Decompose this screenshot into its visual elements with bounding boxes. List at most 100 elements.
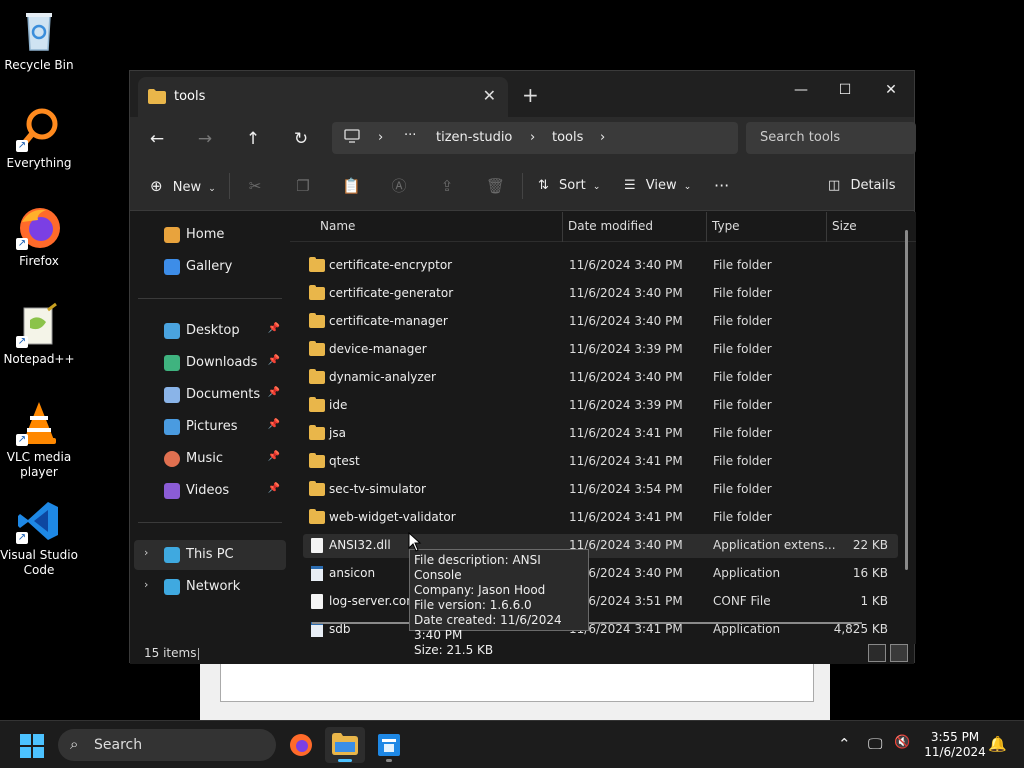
taskbar-firefox[interactable] bbox=[281, 727, 321, 763]
breadcrumb-overflow[interactable]: ··· bbox=[404, 128, 416, 143]
column-separator[interactable] bbox=[826, 212, 827, 242]
chevron-right-icon[interactable]: › bbox=[530, 130, 535, 145]
column-separator[interactable] bbox=[562, 212, 563, 242]
file-type: File folder bbox=[713, 258, 772, 272]
column-header-type[interactable]: Type bbox=[712, 219, 740, 233]
file-row[interactable]: certificate-encryptor 11/6/2024 3:40 PM Fi… bbox=[303, 254, 898, 278]
taskbar-app[interactable] bbox=[369, 727, 409, 763]
tab-tools[interactable]: tools ✕ bbox=[138, 77, 508, 117]
breadcrumb-tizen-studio[interactable]: tizen-studio bbox=[436, 130, 512, 145]
file-row[interactable]: web-widget-validator 11/6/2024 3:41 PM Fil… bbox=[303, 506, 898, 530]
file-row[interactable]: sec-tv-simulator 11/6/2024 3:54 PM File fo… bbox=[303, 478, 898, 502]
close-window-button[interactable]: ✕ bbox=[868, 75, 914, 105]
desktop-icon-vlc[interactable]: ↗ VLC media player bbox=[0, 400, 78, 480]
copy-icon[interactable]: ❐ bbox=[294, 177, 312, 195]
sidebar-item-home[interactable]: Home bbox=[134, 220, 286, 250]
pin-icon[interactable]: 📌 bbox=[268, 355, 280, 366]
file-row[interactable]: log-server.conf 11/6/2024 3:51 PM CONF Fil… bbox=[303, 590, 898, 614]
volume-muted-icon[interactable]: 🔇 bbox=[894, 735, 910, 750]
chevron-right-icon[interactable]: › bbox=[144, 546, 148, 559]
shortcut-arrow-icon: ↗ bbox=[16, 140, 28, 152]
close-tab-icon[interactable]: ✕ bbox=[483, 86, 496, 105]
file-row[interactable]: ansicon 11/6/2024 3:40 PM Application 16 KB bbox=[303, 562, 898, 586]
paste-icon[interactable]: 📋 bbox=[342, 177, 361, 195]
pin-icon[interactable]: 📌 bbox=[268, 483, 280, 494]
rename-icon[interactable]: Ⓐ bbox=[390, 177, 408, 195]
desktop-icon-notepadpp[interactable]: ↗ Notepad++ bbox=[0, 302, 78, 367]
chevron-up-icon[interactable]: ⌃ bbox=[838, 735, 851, 753]
sidebar-item-videos[interactable]: Videos 📌 bbox=[134, 476, 286, 506]
more-options-button[interactable]: ··· bbox=[714, 175, 729, 197]
application-icon bbox=[311, 566, 323, 581]
file-date-modified: 11/6/2024 3:40 PM bbox=[569, 314, 683, 328]
sort-button[interactable]: ⇅ Sort ⌄ bbox=[538, 175, 600, 197]
pin-icon[interactable]: 📌 bbox=[268, 387, 280, 398]
file-row[interactable]: ANSI32.dll 11/6/2024 3:40 PM Application e… bbox=[303, 534, 898, 558]
file-name: certificate-manager bbox=[329, 314, 448, 328]
desktop-icon-recycle-bin[interactable]: Recycle Bin bbox=[0, 8, 78, 73]
file-row[interactable]: qtest 11/6/2024 3:41 PM File folder bbox=[303, 450, 898, 474]
view-button[interactable]: ☰ View ⌄ bbox=[624, 175, 691, 197]
pin-icon[interactable]: 📌 bbox=[268, 451, 280, 462]
pin-icon[interactable]: 📌 bbox=[268, 323, 280, 334]
sidebar-item-gallery[interactable]: Gallery bbox=[134, 252, 286, 282]
chevron-right-icon[interactable]: › bbox=[600, 130, 605, 145]
delete-icon[interactable]: 🗑 bbox=[486, 177, 505, 195]
minimize-button[interactable]: — bbox=[778, 75, 824, 105]
chevron-right-icon[interactable]: › bbox=[144, 578, 148, 591]
up-arrow-icon[interactable]: ↑ bbox=[238, 126, 268, 152]
breadcrumb-tools[interactable]: tools bbox=[552, 130, 583, 145]
notification-bell-icon[interactable]: 🔔 bbox=[988, 735, 1007, 753]
folder-icon bbox=[309, 425, 325, 440]
file-row[interactable]: certificate-generator 11/6/2024 3:40 PM Fi… bbox=[303, 282, 898, 306]
column-header-size[interactable]: Size bbox=[832, 219, 857, 233]
sidebar-item-network[interactable]: › Network bbox=[134, 572, 286, 602]
column-separator[interactable] bbox=[706, 212, 707, 242]
tiles-view-icon[interactable] bbox=[890, 644, 908, 662]
chevron-right-icon[interactable]: › bbox=[378, 130, 383, 145]
taskbar-file-explorer[interactable] bbox=[325, 727, 365, 763]
system-clock[interactable]: 3:55 PM 11/6/2024 bbox=[920, 730, 990, 760]
share-icon[interactable]: ⇪ bbox=[438, 177, 456, 195]
vertical-scrollbar[interactable] bbox=[905, 230, 908, 570]
cut-icon[interactable]: ✂ bbox=[246, 177, 264, 195]
monitor-icon[interactable]: 🖵 bbox=[868, 735, 882, 753]
file-row[interactable]: dynamic-analyzer 11/6/2024 3:40 PM File fo… bbox=[303, 366, 898, 390]
desktop-icon-vscode[interactable]: ↗ Visual Studio Code bbox=[0, 498, 78, 578]
running-app-indicator bbox=[386, 759, 392, 762]
maximize-button[interactable]: ☐ bbox=[822, 75, 868, 105]
refresh-icon[interactable]: ↻ bbox=[286, 126, 316, 152]
file-row[interactable]: device-manager 11/6/2024 3:39 PM File fold… bbox=[303, 338, 898, 362]
new-tab-button[interactable]: + bbox=[522, 83, 539, 107]
taskbar-search[interactable]: ⌕ Search bbox=[58, 729, 276, 761]
sidebar-item-this-pc[interactable]: › This PC bbox=[134, 540, 286, 570]
search-placeholder: Search tools bbox=[760, 130, 841, 145]
pin-icon[interactable]: 📌 bbox=[268, 419, 280, 430]
back-arrow-icon[interactable]: ← bbox=[142, 126, 172, 152]
search-input[interactable]: Search tools bbox=[746, 122, 916, 154]
file-row[interactable]: certificate-manager 11/6/2024 3:40 PM File… bbox=[303, 310, 898, 334]
column-header-name[interactable]: Name bbox=[320, 219, 355, 233]
details-view-icon[interactable] bbox=[868, 644, 886, 662]
desktop-icon-label: Firefox bbox=[19, 254, 59, 268]
details-pane-button[interactable]: ◫ Details bbox=[828, 175, 896, 197]
start-button[interactable] bbox=[20, 734, 44, 758]
sidebar-item-music[interactable]: Music 📌 bbox=[134, 444, 286, 474]
column-header-date[interactable]: Date modified bbox=[568, 219, 653, 233]
address-bar[interactable]: › ··· tizen-studio › tools › bbox=[332, 122, 738, 154]
sidebar-item-downloads[interactable]: Downloads 📌 bbox=[134, 348, 286, 378]
forward-arrow-icon[interactable]: → bbox=[190, 126, 220, 152]
desktop-icon-label: Notepad++ bbox=[3, 352, 75, 366]
sidebar-item-documents[interactable]: Documents 📌 bbox=[134, 380, 286, 410]
file-row[interactable]: ide 11/6/2024 3:39 PM File folder bbox=[303, 394, 898, 418]
download-icon bbox=[164, 355, 180, 371]
file-row[interactable]: jsa 11/6/2024 3:41 PM File folder bbox=[303, 422, 898, 446]
desktop-icon-everything[interactable]: ↗ Everything bbox=[0, 106, 78, 171]
new-button[interactable]: ⊕ New ⌄ bbox=[150, 175, 216, 197]
file-type: File folder bbox=[713, 510, 772, 524]
clock-date: 11/6/2024 bbox=[924, 745, 986, 759]
sidebar-item-desktop[interactable]: Desktop 📌 bbox=[134, 316, 286, 346]
desktop-icon-firefox[interactable]: ↗ Firefox bbox=[0, 204, 78, 269]
sidebar-item-label: Desktop bbox=[186, 323, 240, 338]
sidebar-item-pictures[interactable]: Pictures 📌 bbox=[134, 412, 286, 442]
